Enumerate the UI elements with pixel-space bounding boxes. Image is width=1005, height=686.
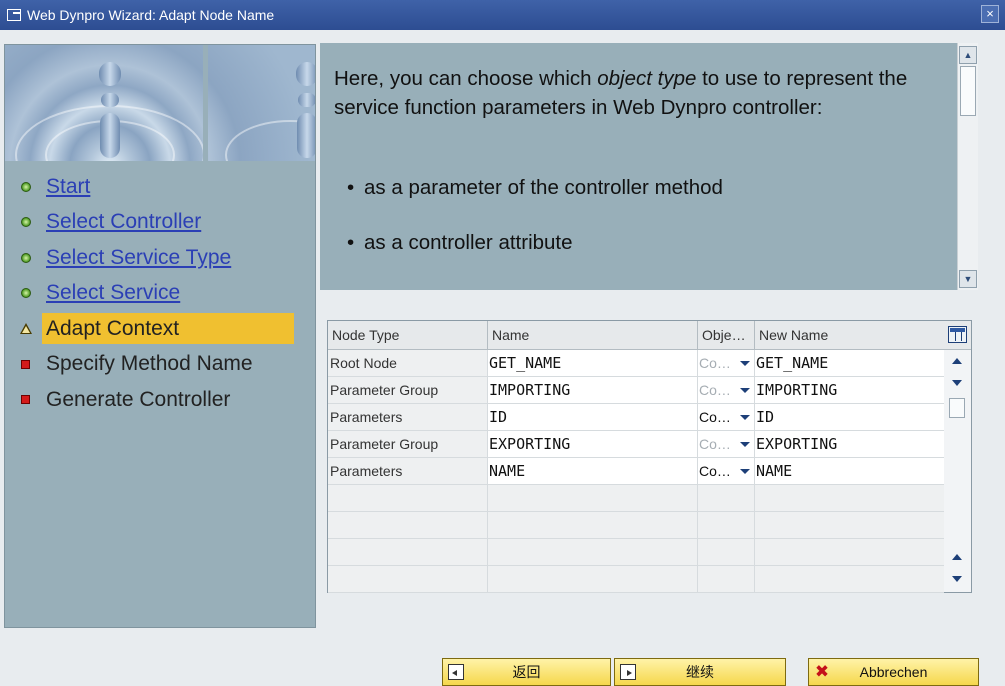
- step-generate-controller: Generate Controller: [5, 382, 315, 418]
- step-label[interactable]: Select Service Type: [46, 246, 231, 270]
- scroll-thumb[interactable]: [960, 66, 976, 116]
- table-row: Parameters NAME Co… NAME: [328, 458, 944, 485]
- chevron-down-icon: [740, 442, 750, 447]
- chevron-down-icon: [740, 361, 750, 366]
- step-adapt-context: Adapt Context: [5, 311, 315, 347]
- cell-name: GET_NAME: [488, 350, 698, 376]
- step-select-controller[interactable]: Select Controller: [5, 205, 315, 241]
- cell-name: ID: [488, 404, 698, 430]
- back-button[interactable]: 返回: [442, 658, 611, 686]
- step-label: Specify Method Name: [46, 352, 253, 376]
- object-type-value: Co…: [699, 463, 731, 479]
- step-select-service-type[interactable]: Select Service Type: [5, 240, 315, 276]
- scroll-up-icon[interactable]: [952, 358, 962, 364]
- window-icon: [7, 9, 21, 21]
- cell-node-type: Parameter Group: [328, 377, 488, 403]
- continue-button-label: 继续: [686, 664, 714, 680]
- back-arrow-icon: [448, 664, 464, 680]
- description-panel: Here, you can choose which object type t…: [320, 43, 978, 290]
- table-row: Parameter Group IMPORTING Co… IMPORTING: [328, 377, 944, 404]
- column-header-node-type[interactable]: Node Type: [328, 321, 488, 350]
- new-name-input[interactable]: GET_NAME: [755, 350, 944, 376]
- close-icon: ✖: [814, 662, 830, 681]
- empty-table-row: [328, 512, 944, 539]
- step-todo-icon: [21, 359, 30, 369]
- step-label[interactable]: Select Controller: [46, 210, 201, 234]
- step-label[interactable]: Select Service: [46, 281, 180, 305]
- cancel-button-label: Abbrechen: [859, 664, 928, 680]
- object-type-dropdown: Co…: [698, 431, 755, 457]
- node-table: Node Type Name Obje… New Name Root Node …: [327, 320, 972, 593]
- page-up-icon[interactable]: [952, 554, 962, 560]
- cell-node-type: Parameters: [328, 458, 488, 484]
- chevron-down-icon[interactable]: [740, 415, 750, 420]
- scroll-up-icon[interactable]: ▲: [959, 46, 977, 64]
- column-header-name[interactable]: Name: [488, 321, 698, 350]
- object-type-value: Co…: [699, 409, 731, 425]
- window-title: Web Dynpro Wizard: Adapt Node Name: [27, 7, 275, 23]
- empty-table-row: [328, 539, 944, 566]
- chevron-down-icon[interactable]: [740, 469, 750, 474]
- column-header-object-type[interactable]: Obje…: [698, 321, 755, 350]
- water-drop-image: [5, 45, 315, 161]
- cell-name: NAME: [488, 458, 698, 484]
- table-row: Root Node GET_NAME Co… GET_NAME: [328, 350, 944, 377]
- step-specify-method-name: Specify Method Name: [5, 347, 315, 383]
- step-done-icon: [21, 252, 31, 263]
- step-done-icon: [21, 288, 31, 299]
- table-settings-icon[interactable]: [948, 326, 967, 343]
- empty-table-row: [328, 566, 944, 593]
- step-todo-icon: [21, 395, 30, 405]
- cell-node-type: Parameter Group: [328, 431, 488, 457]
- scroll-thumb[interactable]: [949, 398, 965, 418]
- page-down-icon[interactable]: [952, 576, 962, 582]
- description-text-part: Here, you can choose which: [334, 67, 598, 90]
- wizard-steps: Start Select Controller Select Service T…: [5, 169, 315, 418]
- back-button-label: 返回: [512, 664, 541, 680]
- scroll-down-icon[interactable]: [952, 380, 962, 386]
- title-bar: Web Dynpro Wizard: Adapt Node Name ×: [0, 0, 1005, 30]
- step-label: Adapt Context: [46, 316, 180, 340]
- object-type-dropdown[interactable]: Co…: [698, 458, 755, 484]
- object-type-value: Co…: [699, 436, 731, 452]
- cancel-button[interactable]: ✖ Abbrechen: [808, 658, 979, 686]
- object-type-dropdown: Co…: [698, 350, 755, 376]
- forward-arrow-icon: [620, 664, 636, 680]
- new-name-input[interactable]: EXPORTING: [755, 431, 944, 457]
- empty-table-row: [328, 485, 944, 512]
- table-row: Parameter Group EXPORTING Co… EXPORTING: [328, 431, 944, 458]
- description-emphasis: object type: [597, 67, 697, 90]
- cell-name: EXPORTING: [488, 431, 698, 457]
- close-button[interactable]: ×: [981, 5, 999, 23]
- chevron-down-icon: [740, 388, 750, 393]
- table-header: Node Type Name Obje… New Name: [328, 321, 971, 350]
- object-type-value: Co…: [699, 382, 731, 398]
- step-start[interactable]: Start: [5, 169, 315, 205]
- step-label[interactable]: Start: [46, 175, 90, 199]
- step-label: Generate Controller: [46, 387, 231, 411]
- new-name-input[interactable]: ID: [755, 404, 944, 430]
- object-type-dropdown: Co…: [698, 377, 755, 403]
- cell-name: IMPORTING: [488, 377, 698, 403]
- description-bullet: as a controller attribute: [347, 231, 572, 255]
- new-name-input[interactable]: IMPORTING: [755, 377, 944, 403]
- description-text: Here, you can choose which object type t…: [334, 65, 914, 122]
- column-header-new-name[interactable]: New Name: [755, 321, 944, 350]
- continue-button[interactable]: 继续: [614, 658, 786, 686]
- warning-triangle-icon: [20, 323, 32, 335]
- cell-node-type: Parameters: [328, 404, 488, 430]
- object-type-dropdown[interactable]: Co…: [698, 404, 755, 430]
- description-scrollbar[interactable]: ▲ ▼: [957, 43, 978, 290]
- table-scrollbar[interactable]: [944, 350, 971, 592]
- table-row: Parameters ID Co… ID: [328, 404, 944, 431]
- scroll-down-icon[interactable]: ▼: [959, 270, 977, 288]
- step-select-service[interactable]: Select Service: [5, 276, 315, 312]
- description-bullet: as a parameter of the controller method: [347, 176, 723, 200]
- cell-node-type: Root Node: [328, 350, 488, 376]
- new-name-input[interactable]: NAME: [755, 458, 944, 484]
- step-done-icon: [21, 217, 31, 228]
- step-done-icon: [21, 181, 31, 192]
- wizard-navigation-panel: Start Select Controller Select Service T…: [4, 44, 316, 628]
- object-type-value: Co…: [699, 355, 731, 371]
